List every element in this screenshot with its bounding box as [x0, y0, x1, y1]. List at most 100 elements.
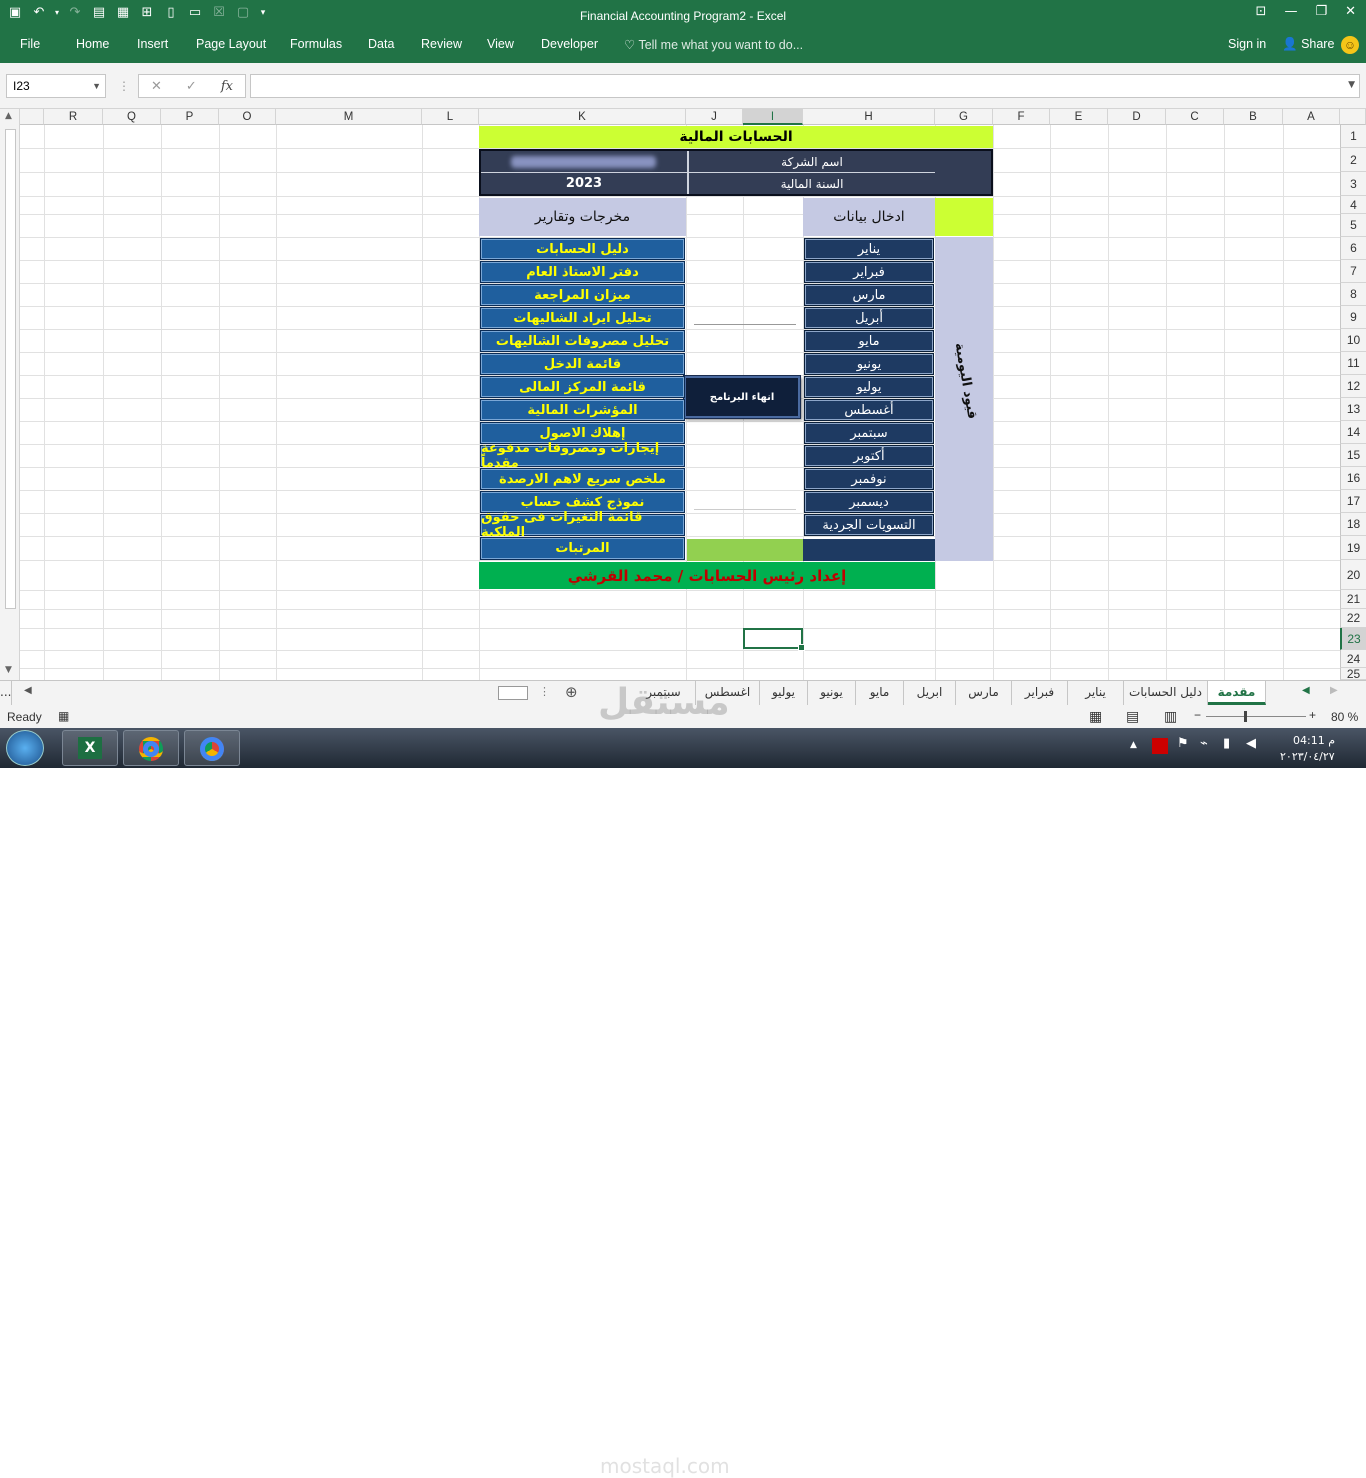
column-header-c[interactable]: C: [1166, 109, 1224, 125]
sheet-tab[interactable]: دليل الحسابات: [1124, 681, 1208, 705]
report-button[interactable]: دليل الحسابات: [480, 238, 685, 260]
month-button[interactable]: مايو: [804, 330, 934, 352]
month-button[interactable]: مارس: [804, 284, 934, 306]
column-header-h[interactable]: H: [803, 109, 935, 125]
report-button[interactable]: إيجارات ومصروفات مدفوعة مقدماً: [480, 441, 685, 471]
macro-record-icon[interactable]: ▦: [58, 709, 69, 723]
row-header-4[interactable]: 4: [1340, 196, 1366, 214]
row-header-25[interactable]: 25: [1340, 668, 1366, 680]
fiscal-year-value[interactable]: 2023: [481, 173, 687, 194]
row-header-13[interactable]: 13: [1340, 398, 1366, 421]
select-all-corner[interactable]: [1340, 109, 1366, 125]
vertical-scrollbar[interactable]: ▲ ▼: [0, 109, 20, 680]
volume-icon[interactable]: ◀: [1246, 736, 1256, 751]
network-icon[interactable]: ▮: [1223, 736, 1230, 751]
tab-home[interactable]: Home: [76, 37, 109, 51]
sheet-tab[interactable]: ...: [0, 681, 13, 705]
month-button[interactable]: يوليو: [804, 376, 934, 398]
row-header-22[interactable]: 22: [1340, 609, 1366, 628]
report-button[interactable]: ميزان المراجعة: [480, 284, 685, 306]
zoom-slider-thumb[interactable]: [1244, 711, 1247, 722]
restore-icon[interactable]: ❐: [1315, 4, 1327, 19]
tab-view[interactable]: View: [487, 37, 514, 51]
column-header-r[interactable]: R: [44, 109, 103, 125]
column-header-k[interactable]: K: [479, 109, 686, 125]
column-header-d[interactable]: D: [1108, 109, 1166, 125]
month-button[interactable]: التسويات الجردية: [804, 514, 934, 536]
row-header-18[interactable]: 18: [1340, 513, 1366, 536]
column-header-g[interactable]: G: [935, 109, 993, 125]
zoom-out-icon[interactable]: −: [1194, 708, 1201, 722]
tab-scroll-right-icon[interactable]: ◀: [1302, 685, 1310, 696]
row-header-2[interactable]: 2: [1340, 148, 1366, 172]
report-button[interactable]: المؤشرات المالية: [480, 399, 685, 421]
taskbar-excel[interactable]: X: [62, 730, 118, 766]
sheet-tab[interactable]: ابريل: [904, 681, 956, 705]
report-button[interactable]: المرتبات: [480, 537, 685, 560]
report-button[interactable]: ملخص سريع لاهم الارصدة: [480, 468, 685, 490]
expand-formula-icon[interactable]: ▼: [1348, 80, 1355, 90]
sheet-tab[interactable]: مقدمة: [1208, 681, 1266, 705]
column-header-q[interactable]: Q: [103, 109, 161, 125]
column-header-b[interactable]: B: [1224, 109, 1283, 125]
worksheet[interactable]: ▲ ▼ A B C D E F G H I J K L M O P Q R 1 2 3 4 5 6 7 8 9 10 11 12 13 14…: [0, 109, 1366, 680]
row-header-5[interactable]: 5: [1340, 214, 1366, 237]
column-header-l[interactable]: L: [422, 109, 479, 125]
sheet-tab[interactable]: يوليو: [760, 681, 808, 705]
tab-file[interactable]: File: [20, 37, 40, 51]
row-header-6[interactable]: 6: [1340, 237, 1366, 260]
cancel-icon[interactable]: ✕: [151, 79, 162, 94]
month-button[interactable]: سبتمبر: [804, 422, 934, 444]
enter-icon[interactable]: ✓: [186, 79, 197, 94]
tab-insert[interactable]: Insert: [137, 37, 168, 51]
row-header-9[interactable]: 9: [1340, 306, 1366, 329]
report-button[interactable]: قائمة المركز المالى: [480, 376, 685, 398]
insert-function-icon[interactable]: fx: [221, 79, 233, 94]
hscroll-left-icon[interactable]: ◀: [24, 685, 32, 696]
scroll-up-icon[interactable]: ▲: [5, 111, 12, 121]
zoom-slider[interactable]: [1206, 716, 1306, 717]
feedback-smiley-icon[interactable]: ☺: [1341, 36, 1359, 54]
column-header-o[interactable]: O: [219, 109, 276, 125]
row-header-8[interactable]: 8: [1340, 283, 1366, 306]
hscroll-thumb[interactable]: [498, 686, 528, 700]
report-button[interactable]: قائمة الدخل: [480, 353, 685, 375]
selected-cell-I23[interactable]: [743, 628, 805, 651]
row-header-7[interactable]: 7: [1340, 260, 1366, 283]
sheet-tab[interactable]: مارس: [956, 681, 1012, 705]
row-header-12[interactable]: 12: [1340, 375, 1366, 398]
tray-expand-icon[interactable]: ▲: [1130, 740, 1137, 750]
column-header-p[interactable]: P: [161, 109, 219, 125]
tab-splitter-icon[interactable]: ⋮: [539, 685, 550, 698]
clock-time[interactable]: 04:11 م: [1293, 734, 1335, 747]
minimize-icon[interactable]: —: [1284, 4, 1297, 19]
row-header-21[interactable]: 21: [1340, 590, 1366, 609]
month-button[interactable]: أكتوبر: [804, 445, 934, 467]
power-icon[interactable]: ⌁: [1200, 736, 1208, 751]
month-button[interactable]: نوفمبر: [804, 468, 934, 490]
action-center-flag-icon[interactable]: ⚑: [1177, 736, 1189, 751]
column-header-e[interactable]: E: [1050, 109, 1108, 125]
zoom-level[interactable]: 80 %: [1331, 710, 1358, 724]
sheet-tab[interactable]: مايو: [856, 681, 904, 705]
row-header-16[interactable]: 16: [1340, 467, 1366, 490]
tab-page-layout[interactable]: Page Layout: [196, 37, 266, 51]
row-header-23[interactable]: 23: [1340, 628, 1366, 650]
row-header-19[interactable]: 19: [1340, 536, 1366, 560]
tell-me-search[interactable]: ♡ Tell me what you want to do...: [624, 37, 803, 52]
month-button[interactable]: فبراير: [804, 261, 934, 283]
row-header-15[interactable]: 15: [1340, 444, 1366, 467]
taskbar-chrome-2[interactable]: [184, 730, 240, 766]
row-header-24[interactable]: 24: [1340, 650, 1366, 668]
tab-formulas[interactable]: Formulas: [290, 37, 342, 51]
name-box[interactable]: I23 ▼: [6, 74, 106, 98]
page-layout-view-icon[interactable]: ▤: [1126, 708, 1139, 725]
month-button[interactable]: يونيو: [804, 353, 934, 375]
report-button[interactable]: دفتر الاستاذ العام: [480, 261, 685, 283]
row-header-14[interactable]: 14: [1340, 421, 1366, 444]
row-header-20[interactable]: 20: [1340, 560, 1366, 590]
scroll-thumb[interactable]: [5, 129, 16, 609]
tray-app-icon[interactable]: [1152, 738, 1168, 754]
month-button[interactable]: ديسمبر: [804, 491, 934, 513]
row-header-3[interactable]: 3: [1340, 172, 1366, 196]
